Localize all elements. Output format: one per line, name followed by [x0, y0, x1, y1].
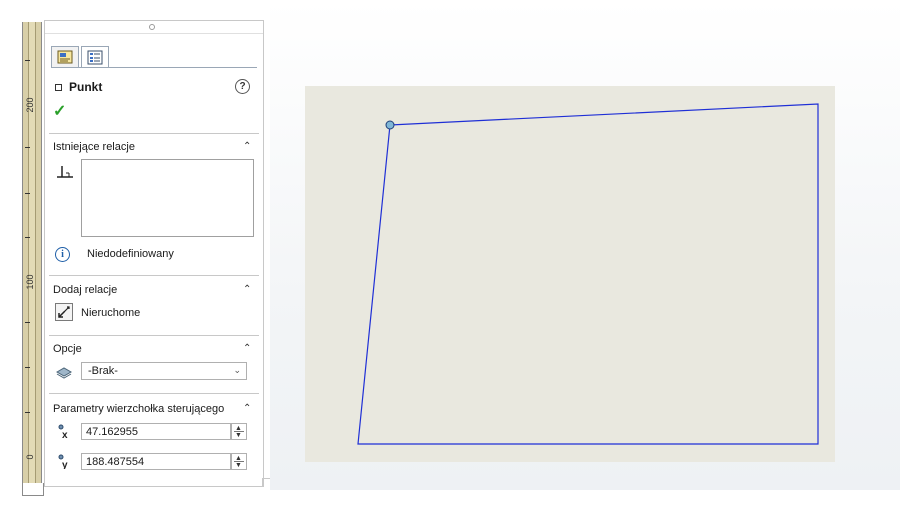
- selected-sketch-point[interactable]: [385, 120, 395, 130]
- sketch-quadrilateral[interactable]: [357, 103, 819, 445]
- sketch-canvas[interactable]: [0, 0, 900, 509]
